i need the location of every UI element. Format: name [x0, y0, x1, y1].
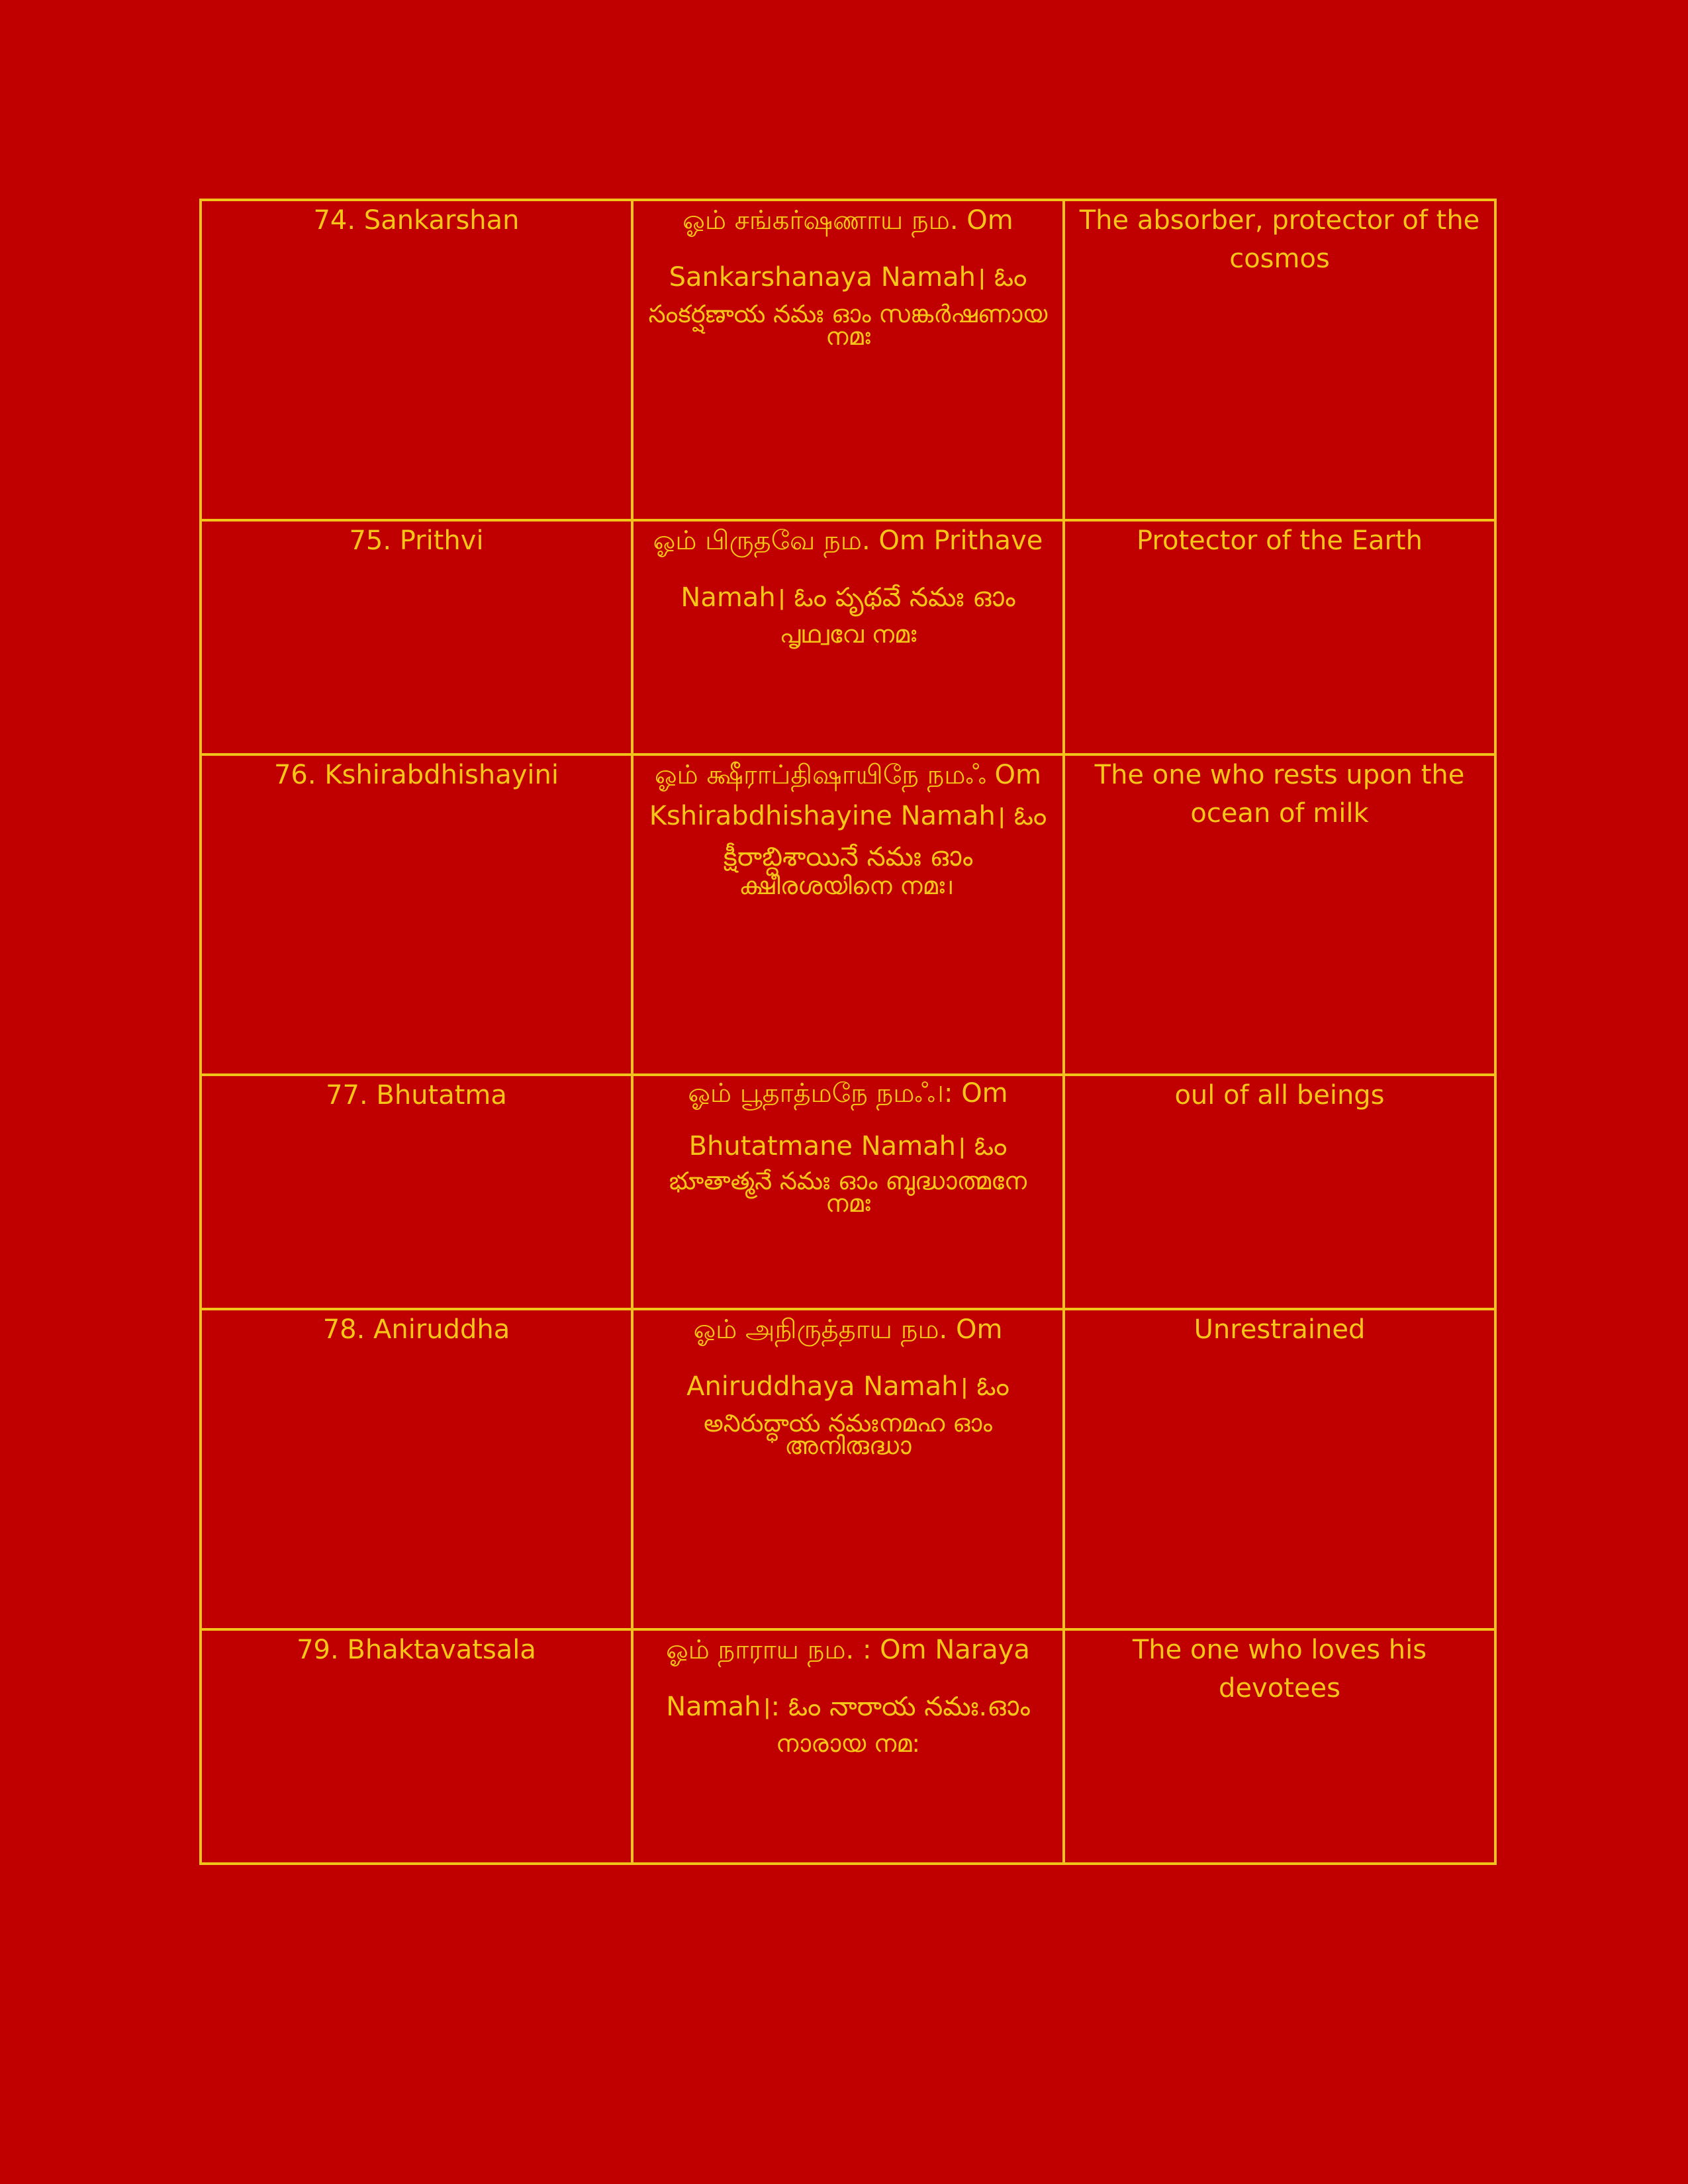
- mantra-cell: ஓம் க்ஷீராப்திஷாயிநே நமஃ Om Kshirabdhish…: [631, 753, 1065, 1076]
- table-row: 76. Kshirabdhishayini ஓம் க்ஷீராப்திஷாயி…: [199, 753, 1497, 1076]
- table-row: 79. Bhaktavatsala ஓம் நாராய நம. : Om Nar…: [199, 1628, 1497, 1865]
- mantra-text-continued: అనిరుద్ధాయ నమఃനമഹ ഓം അനിരുദ്ധാ: [704, 1409, 992, 1460]
- name-cell: 75. Prithvi: [199, 519, 633, 756]
- mantra-text: ஓம் நாராய நம. : Om Naraya Namah।: ఓం నార…: [666, 1635, 1030, 1722]
- mantra-cell: ஓம் பூதாத்மநே நமஃ।: Om Bhutatmane Namah।…: [631, 1073, 1065, 1310]
- mantra-text-continued: പൃഥ്വവേ നമഃ: [779, 620, 917, 649]
- mantra-text-continued: సంకర్షణాయ నమః ഓം സങ്കർഷണായ നമഃ: [648, 300, 1048, 351]
- meaning-cell: The one who rests upon the ocean of milk: [1062, 753, 1497, 1076]
- mantra-cell: ஓம் நாராய நம. : Om Naraya Namah।: ఓం నార…: [631, 1628, 1065, 1865]
- name-cell: 74. Sankarshan: [199, 199, 633, 522]
- meaning-cell: Unrestrained: [1062, 1308, 1497, 1631]
- table-row: 75. Prithvi ஓம் பிருதவே நம. Om Prithave …: [199, 519, 1497, 756]
- name-cell: 77. Bhutatma: [199, 1073, 633, 1310]
- name-cell: 79. Bhaktavatsala: [199, 1628, 633, 1865]
- name-cell: 78. Aniruddha: [199, 1308, 633, 1631]
- table-row: 78. Aniruddha ஓம் அநிருத்தாய நம. Om Anir…: [199, 1308, 1497, 1631]
- mantra-text-continued: ക്ഷീരശയിനെ നമഃ।: [739, 872, 957, 900]
- mantra-text: ஓம் அநிருத்தாய நம. Om Aniruddhaya Namah।…: [686, 1314, 1009, 1402]
- names-table: 74. Sankarshan ஓம் சங்கர்ஷணாய நம. Om San…: [199, 199, 1497, 1865]
- mantra-text: ஓம் பிருதவே நம. Om Prithave Namah। ఓం పృ…: [653, 525, 1043, 613]
- meaning-cell: The one who loves his devotees: [1062, 1628, 1497, 1865]
- meaning-cell: The absorber, protector of the cosmos: [1062, 199, 1497, 522]
- meaning-cell: Protector of the Earth: [1062, 519, 1497, 756]
- name-cell: 76. Kshirabdhishayini: [199, 753, 633, 1076]
- mantra-cell: ஓம் சங்கர்ஷணாய நம. Om Sankarshanaya Nama…: [631, 199, 1065, 522]
- table-row: 77. Bhutatma ஓம் பூதாத்மநே நமஃ।: Om Bhut…: [199, 1073, 1497, 1310]
- mantra-text-continued: భూతాత్మనే నమః ഓം ബുദ്ധാത്മനേ നമഃ: [669, 1167, 1027, 1218]
- meaning-cell: oul of all beings: [1062, 1073, 1497, 1310]
- mantra-text-continued: നാരായ നമ:: [776, 1729, 920, 1758]
- mantra-cell: ஓம் பிருதவே நம. Om Prithave Namah। ఓం పృ…: [631, 519, 1065, 756]
- mantra-text: ஓம் க்ஷீராப்திஷாயிநே நமஃ Om Kshirabdhish…: [649, 760, 1047, 872]
- mantra-cell: ஓம் அநிருத்தாய நம. Om Aniruddhaya Namah।…: [631, 1308, 1065, 1631]
- table-row: 74. Sankarshan ஓம் சங்கர்ஷணாய நம. Om San…: [199, 199, 1497, 522]
- mantra-text: ஓம் சங்கர்ஷணாய நம. Om Sankarshanaya Nama…: [669, 205, 1027, 293]
- mantra-text: ஓம் பூதாத்மநே நமஃ।: Om Bhutatmane Namah।…: [688, 1078, 1008, 1161]
